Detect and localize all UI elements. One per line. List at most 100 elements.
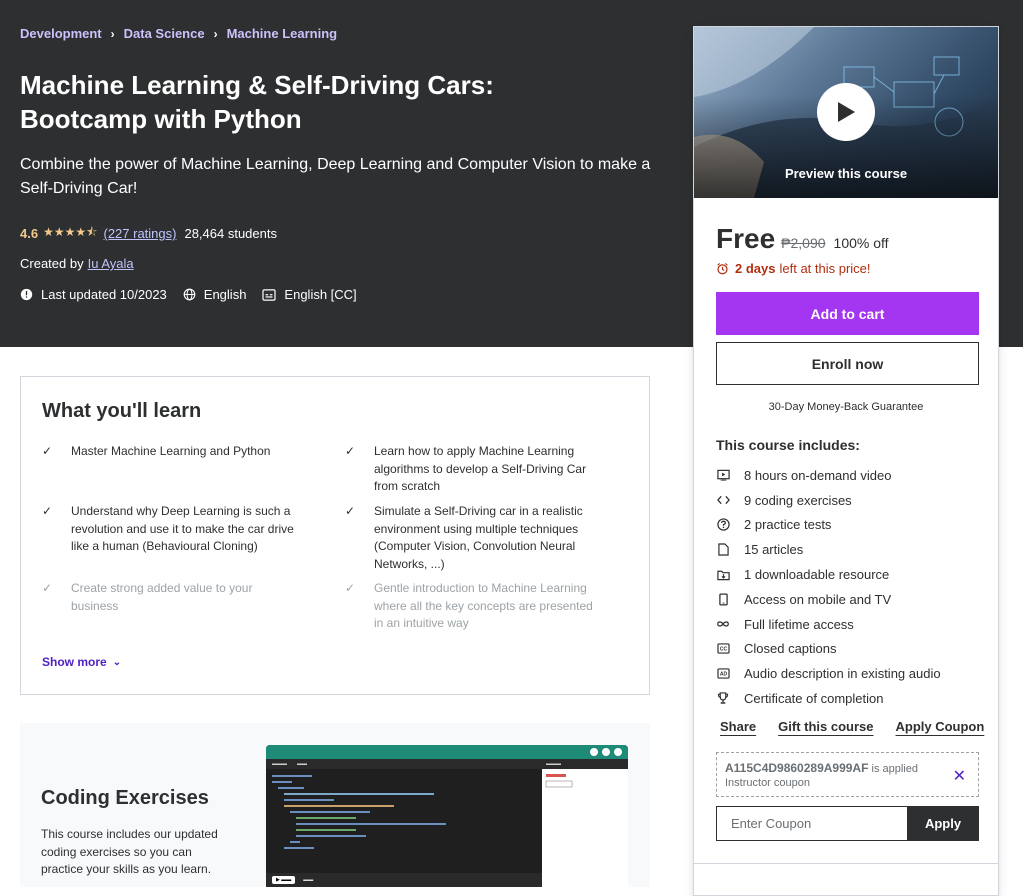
chevron-right-icon: › [110, 26, 115, 41]
share-link[interactable]: Share [720, 719, 756, 734]
chevron-down-icon: ⌄ [112, 656, 122, 668]
course-meta: Last updated 10/2023 English English [CC… [20, 287, 373, 302]
current-price: Free [716, 223, 776, 254]
created-by: Created by Iu Ayala [20, 256, 134, 271]
learn-title: What you'll learn [42, 400, 202, 422]
rating-row: 4.6 ★★★★⯪ (227 ratings) 28,464 students [20, 223, 277, 244]
coupon-type: Instructor coupon [725, 777, 810, 789]
window-dot-icon [590, 748, 598, 756]
include-text: Audio description in existing audio [744, 666, 941, 682]
include-text: 9 coding exercises [744, 492, 852, 508]
check-icon: ✓ [345, 504, 356, 518]
coding-title: Coding Exercises [41, 787, 209, 809]
include-text: Access on mobile and TV [744, 591, 892, 607]
globe-icon [183, 288, 196, 301]
breadcrumb-data-science[interactable]: Data Science [124, 26, 205, 41]
price-row: Free ₱2,090 100% off [716, 223, 889, 255]
check-icon: ✓ [42, 444, 53, 458]
show-more-button[interactable]: Show more ⌄ [42, 655, 121, 669]
rating-value: 4.6 [20, 226, 39, 241]
instructor-link[interactable]: Iu Ayala [88, 256, 134, 271]
svg-text:AD: AD [719, 672, 727, 678]
breadcrumb-machine-learning[interactable]: Machine Learning [227, 26, 338, 41]
editor-footer: ▶ ▬▬ ▬▬ [266, 873, 542, 887]
language-text: English [203, 287, 247, 302]
course-title: Machine Learning & Self-Driving Cars: Bo… [20, 70, 494, 134]
apply-coupon-link[interactable]: Apply Coupon [896, 719, 985, 734]
money-back-guarantee: 30-Day Money-Back Guarantee [768, 401, 924, 413]
audio-description-icon: AD [716, 667, 730, 681]
cc-icon: CC [716, 642, 730, 656]
list-item: Certificate of completion [716, 686, 941, 711]
include-text: 1 downloadable resource [744, 567, 890, 583]
breadcrumb: Development › Data Science › Machine Lea… [20, 26, 337, 41]
timer-days: 2 days [735, 261, 776, 276]
learn-item: ✓ Create strong added value to your busin… [42, 580, 302, 615]
closed-captions-icon [262, 288, 277, 301]
coding-exercises-section: Coding Exercises This course includes ou… [20, 723, 650, 887]
divider [694, 863, 998, 864]
gift-course-link[interactable]: Gift this course [778, 719, 873, 734]
add-to-cart-button[interactable]: Add to cart [716, 292, 979, 335]
preview-pane-header: ▬▬▬ [542, 759, 628, 769]
mobile-icon [716, 592, 730, 606]
applied-coupon: A115C4D9860289A999AF is applied Instruct… [716, 752, 979, 797]
close-icon[interactable]: ✕ [953, 766, 966, 786]
editor-preview-pane: ▬▬▬ [542, 759, 628, 887]
list-item: Full lifetime access [716, 612, 941, 637]
file-icon [716, 543, 730, 557]
what-youll-learn: What you'll learn ✓ Master Machine Learni… [20, 376, 650, 695]
discount-percent: 100% off [833, 235, 889, 251]
learn-item-text: Gentle introduction to Machine Learning … [374, 581, 593, 630]
learn-item-text: Create strong added value to your busine… [71, 581, 253, 613]
last-updated: Last updated 10/2023 [20, 287, 167, 302]
learn-item: ✓ Learn how to apply Machine Learning alg… [345, 443, 605, 496]
purchase-sidebar: Preview this course Free ₱2,090 100% off… [693, 26, 999, 896]
list-item: 2 practice tests [716, 513, 941, 538]
chevron-right-icon: › [213, 26, 218, 41]
course-preview[interactable]: Preview this course [694, 27, 998, 198]
include-text: 15 articles [744, 542, 804, 558]
students-count: 28,464 students [184, 226, 277, 241]
video-icon [716, 468, 730, 482]
original-price: ₱2,090 [781, 235, 826, 251]
play-icon [838, 102, 855, 122]
created-by-label: Created by [20, 256, 84, 271]
trophy-icon [716, 692, 730, 706]
reset-icon: ▬▬ [303, 877, 314, 883]
coupon-applied-text: is applied [871, 763, 918, 775]
timer-text: left at this price! [779, 261, 871, 276]
ratings-count-link[interactable]: (227 ratings) [103, 226, 176, 241]
coupon-input[interactable] [716, 806, 908, 841]
learn-item-text: Learn how to apply Machine Learning algo… [374, 444, 587, 493]
include-text: 2 practice tests [744, 517, 832, 533]
sidebar-links: Share Gift this course Apply Coupon [720, 719, 984, 734]
list-item: Access on mobile and TV [716, 587, 941, 612]
learn-item-text: Simulate a Self-Driving car in a realist… [374, 504, 583, 571]
list-item: AD Audio description in existing audio [716, 661, 941, 686]
last-updated-text: Last updated 10/2023 [41, 287, 167, 302]
breadcrumb-development[interactable]: Development [20, 26, 102, 41]
editor-tab-icon: ▬▬ [297, 761, 307, 767]
includes-list: 8 hours on-demand video 9 coding exercis… [716, 463, 941, 711]
language: English [183, 287, 247, 302]
svg-text:CC: CC [719, 647, 727, 653]
course-subtitle: Combine the power of Machine Learning, D… [20, 156, 651, 197]
coupon-status: A115C4D9860289A999AF is applied [725, 761, 970, 775]
editor-header [266, 745, 628, 759]
enroll-now-button[interactable]: Enroll now [716, 342, 979, 385]
learn-item: ✓ Simulate a Self-Driving car in a realis… [345, 503, 605, 573]
list-item: 9 coding exercises [716, 488, 941, 513]
code-lines-art [272, 775, 446, 849]
list-item: 1 downloadable resource [716, 562, 941, 587]
preview-label: Preview this course [784, 166, 908, 181]
play-button[interactable] [817, 83, 875, 141]
price-timer: 2 days left at this price! [716, 261, 871, 276]
window-dot-icon [614, 748, 622, 756]
apply-coupon-button[interactable]: Apply [907, 806, 979, 841]
list-item: 15 articles [716, 537, 941, 562]
infinity-icon [716, 617, 730, 631]
run-tests-icon: ▶ ▬▬ [272, 876, 296, 884]
learn-item-text: Understand why Deep Learning is such a r… [71, 504, 294, 553]
list-item: 8 hours on-demand video [716, 463, 941, 488]
